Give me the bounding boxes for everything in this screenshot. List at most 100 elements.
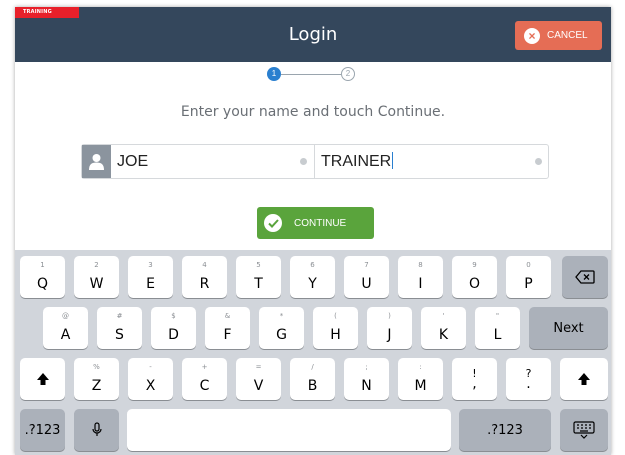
- key-r-alt: 4: [202, 261, 207, 269]
- key-o[interactable]: 9O: [452, 256, 497, 298]
- key-x[interactable]: -X: [128, 358, 173, 400]
- key-h-label: H: [330, 327, 341, 343]
- keyboard-dismiss-icon: [560, 409, 608, 451]
- key-b[interactable]: / B: [290, 358, 335, 400]
- space-bar[interactable]: [127, 409, 451, 451]
- numbers-key-left[interactable]: .?123: [20, 409, 65, 451]
- step-connector: [281, 74, 341, 75]
- key-c[interactable]: + C: [182, 358, 227, 400]
- key-g-alt: *: [279, 312, 284, 320]
- key-m-label: M: [414, 378, 427, 394]
- shift-key-right[interactable]: [560, 358, 608, 400]
- key-j-label: J: [387, 327, 392, 343]
- last-name-value: TRAINER: [321, 153, 392, 170]
- backspace-key[interactable]: [562, 256, 608, 298]
- step-indicator: 1 2: [267, 67, 367, 83]
- key-b-alt: /: [311, 363, 314, 371]
- key-f[interactable]: & F: [205, 307, 250, 349]
- clear-first-name-icon[interactable]: [300, 158, 307, 165]
- key-w-label: W: [89, 276, 104, 292]
- key-p-alt: 0: [526, 261, 531, 269]
- key-p-label: P: [524, 276, 533, 292]
- key-k-label: K: [438, 327, 449, 343]
- key-p[interactable]: 0P: [506, 256, 551, 298]
- key-g[interactable]: * G: [259, 307, 304, 349]
- key-s-label: S: [115, 327, 124, 343]
- next-key[interactable]: Next: [529, 307, 608, 349]
- numbers-key-label: .?123: [24, 422, 61, 438]
- key-d-alt: $: [171, 312, 176, 320]
- key-j[interactable]: ) J: [367, 307, 412, 349]
- key-a-alt: @: [62, 312, 69, 320]
- continue-button[interactable]: CONTINUE: [257, 207, 374, 239]
- key-n-label: N: [361, 378, 372, 394]
- key-i-alt: 8: [418, 261, 423, 269]
- key-l-label: L: [493, 327, 502, 343]
- key-r[interactable]: 4R: [182, 256, 227, 298]
- key-t[interactable]: 5T: [236, 256, 281, 298]
- key-period-label: .: [526, 376, 531, 392]
- key-l-alt: ": [495, 312, 500, 320]
- key-i-label: I: [418, 276, 423, 292]
- checkmark-icon: [264, 214, 282, 232]
- key-period[interactable]: ?.: [506, 358, 551, 400]
- key-o-label: O: [468, 276, 481, 292]
- onscreen-keyboard: 1Q 2W 3E 4R 5T 6Y 7U 8I 9O 0P @ A # S $ D &…: [15, 250, 611, 455]
- user-icon: [82, 145, 111, 178]
- key-k[interactable]: ' K: [421, 307, 466, 349]
- key-v-alt: =: [255, 363, 262, 371]
- continue-button-label: CONTINUE: [294, 217, 347, 229]
- key-x-alt: -: [149, 363, 152, 371]
- key-a[interactable]: @ A: [43, 307, 88, 349]
- key-q[interactable]: 1Q: [20, 256, 65, 298]
- key-n-alt: ;: [365, 363, 368, 371]
- key-l[interactable]: " L: [475, 307, 520, 349]
- key-y[interactable]: 6Y: [290, 256, 335, 298]
- key-n[interactable]: ; N: [344, 358, 389, 400]
- key-d[interactable]: $ D: [151, 307, 196, 349]
- key-comma-label: ,: [472, 376, 477, 392]
- key-s[interactable]: # S: [97, 307, 142, 349]
- key-q-label: Q: [36, 276, 49, 292]
- key-r-label: R: [199, 276, 210, 292]
- key-y-label: Y: [308, 276, 317, 292]
- numbers-key-right[interactable]: .?123: [459, 409, 551, 451]
- key-f-label: F: [223, 327, 232, 343]
- key-comma[interactable]: !,: [452, 358, 497, 400]
- key-h[interactable]: (H: [313, 307, 358, 349]
- microphone-icon: [74, 409, 119, 451]
- key-u[interactable]: 7U: [344, 256, 389, 298]
- key-w[interactable]: 2W: [74, 256, 119, 298]
- key-i[interactable]: 8I: [398, 256, 443, 298]
- last-name-field[interactable]: TRAINER: [315, 145, 548, 178]
- cancel-button[interactable]: × CANCEL: [515, 21, 602, 50]
- key-m[interactable]: :M: [398, 358, 443, 400]
- shift-icon: [20, 358, 65, 400]
- key-f-alt: &: [224, 312, 231, 320]
- key-s-alt: #: [116, 312, 123, 320]
- key-x-label: X: [145, 378, 156, 394]
- app-window: TRAINING Login × CANCEL 1 2 Enter your n…: [15, 7, 611, 455]
- key-z[interactable]: % Z: [74, 358, 119, 400]
- key-h-alt: (: [334, 312, 337, 320]
- key-z-alt: %: [93, 363, 100, 371]
- key-e[interactable]: 3E: [128, 256, 173, 298]
- key-w-alt: 2: [94, 261, 99, 269]
- close-circle-icon: ×: [524, 27, 540, 44]
- first-name-field[interactable]: JOE: [111, 145, 314, 178]
- key-a-label: A: [60, 327, 71, 343]
- key-u-label: U: [361, 276, 372, 292]
- first-name-value: JOE: [117, 153, 149, 170]
- dismiss-keyboard-key[interactable]: [560, 409, 608, 451]
- clear-last-name-icon[interactable]: [535, 158, 542, 165]
- key-y-alt: 6: [310, 261, 315, 269]
- key-c-label: C: [199, 378, 210, 394]
- shift-key-left[interactable]: [20, 358, 65, 400]
- last-name-text: TRAINER: [321, 145, 394, 178]
- numbers-key-label: .?123: [487, 422, 523, 438]
- key-v[interactable]: = V: [236, 358, 281, 400]
- key-b-label: B: [307, 378, 318, 394]
- shift-icon: [560, 358, 608, 400]
- key-k-alt: ': [442, 312, 445, 320]
- dictation-key[interactable]: [74, 409, 119, 451]
